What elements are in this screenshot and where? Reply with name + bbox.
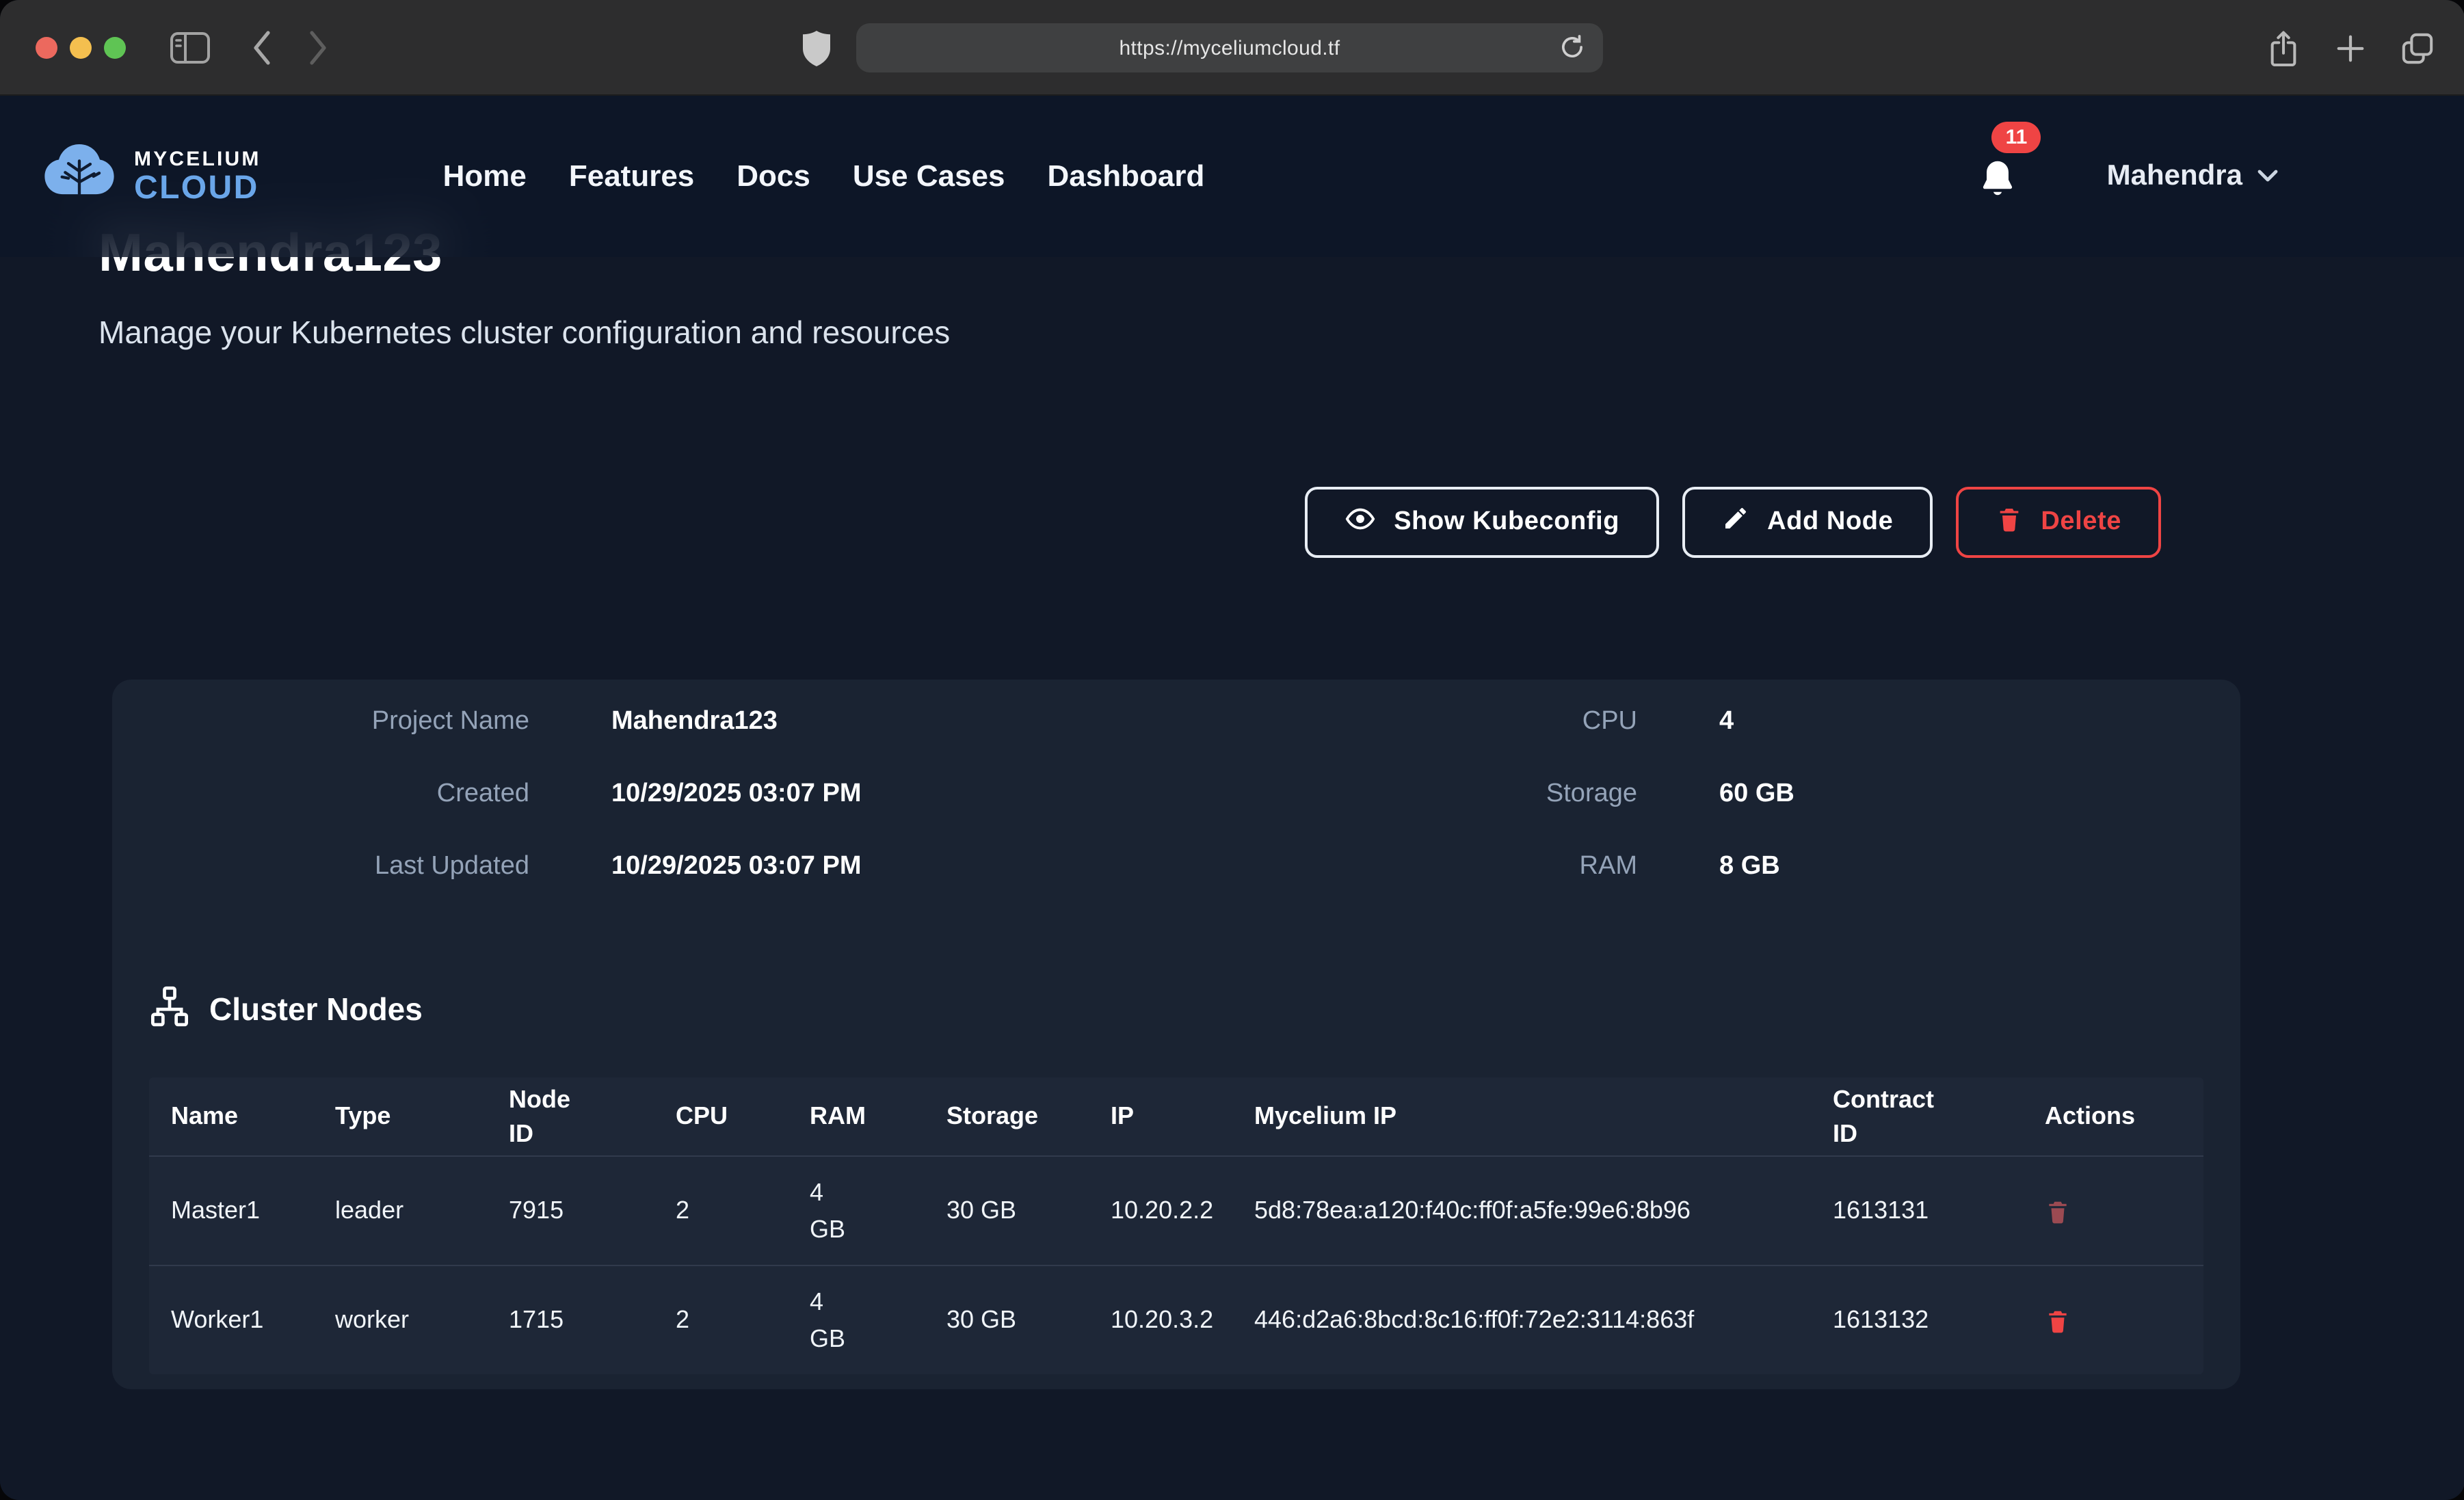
- nav-link-docs[interactable]: Docs: [737, 159, 810, 194]
- cluster-info: Project Name Mahendra123 Created 10/29/2…: [149, 707, 2203, 882]
- page-body: Mahendra123 Manage your Kubernetes clust…: [0, 96, 2464, 1499]
- nav-link-home[interactable]: Home: [443, 159, 527, 194]
- user-menu[interactable]: Mahendra: [2107, 160, 2278, 193]
- page-subtitle: Manage your Kubernetes cluster configura…: [98, 313, 2366, 351]
- forward-icon[interactable]: [308, 29, 328, 65]
- cell-type: worker: [335, 1302, 509, 1339]
- pencil-icon: [1722, 505, 1749, 540]
- col-header-ram: RAM: [810, 1100, 946, 1134]
- bell-icon: [1977, 187, 2019, 208]
- sidebar-toggle-icon[interactable]: [170, 31, 211, 64]
- cell-actions: [2045, 1307, 2203, 1334]
- new-tab-icon[interactable]: [2334, 32, 2366, 64]
- tab-overview-icon[interactable]: [2400, 31, 2434, 65]
- cell-name: Worker1: [171, 1302, 335, 1339]
- table-row: Worker1 worker 1715 2 4 GB 30 GB 10.20.3…: [149, 1265, 2203, 1374]
- cell-storage: 30 GB: [946, 1192, 1111, 1229]
- share-icon[interactable]: [2266, 28, 2300, 68]
- add-node-button[interactable]: Add Node: [1682, 487, 1933, 558]
- nav-links: Home Features Docs Use Cases Dashboard: [443, 159, 1205, 194]
- col-header-cpu: CPU: [676, 1100, 810, 1134]
- cell-actions: [2045, 1197, 2203, 1224]
- table-row: Master1 leader 7915 2 4 GB 30 GB 10.20.2…: [149, 1155, 2203, 1265]
- col-header-contract-id: Contract ID: [1833, 1083, 2045, 1149]
- site-navbar: MYCELIUM CLOUD Home Features Docs Use Ca…: [0, 96, 2464, 257]
- notification-badge: 11: [1992, 122, 2041, 153]
- privacy-shield-icon[interactable]: [802, 29, 832, 66]
- nodes-table: Name Type Node ID CPU RAM Storage IP Myc…: [149, 1077, 2203, 1374]
- info-row-ram: RAM 8 GB: [1176, 852, 2203, 882]
- chevron-down-icon: [2256, 166, 2278, 187]
- cell-node-id: 1715: [509, 1302, 676, 1339]
- cell-type: leader: [335, 1192, 509, 1229]
- address-bar[interactable]: https://myceliumcloud.tf: [856, 23, 1603, 72]
- cluster-actions: Show Kubeconfig Add Node Delete: [112, 487, 2240, 558]
- zoom-window-button[interactable]: [104, 36, 126, 58]
- cell-cpu: 2: [676, 1192, 810, 1229]
- cluster-nodes-heading: Cluster Nodes: [149, 989, 2203, 1030]
- browser-window: https://myceliumcloud.tf: [0, 0, 2464, 1500]
- info-row-storage: Storage 60 GB: [1176, 779, 2203, 809]
- info-row-last-updated: Last Updated 10/29/2025 03:07 PM: [149, 852, 1176, 882]
- col-header-name: Name: [171, 1100, 335, 1134]
- cell-contract-id: 1613132: [1833, 1302, 2045, 1339]
- nav-link-dashboard[interactable]: Dashboard: [1048, 159, 1205, 194]
- cell-storage: 30 GB: [946, 1302, 1111, 1339]
- info-row-project-name: Project Name Mahendra123: [149, 707, 1176, 737]
- eye-icon: [1344, 503, 1376, 542]
- cell-contract-id: 1613131: [1833, 1192, 2045, 1229]
- col-header-mycelium-ip: Mycelium IP: [1254, 1100, 1833, 1134]
- cluster-card: Project Name Mahendra123 Created 10/29/2…: [112, 680, 2240, 1389]
- col-header-ip: IP: [1111, 1100, 1254, 1134]
- info-row-created: Created 10/29/2025 03:07 PM: [149, 779, 1176, 809]
- nodes-table-header: Name Type Node ID CPU RAM Storage IP Myc…: [149, 1077, 2203, 1155]
- cluster-nodes-icon: [149, 985, 190, 1033]
- col-header-storage: Storage: [946, 1100, 1111, 1134]
- url-text: https://myceliumcloud.tf: [1119, 36, 1340, 59]
- browser-toolbar: https://myceliumcloud.tf: [0, 0, 2464, 96]
- window-controls: [36, 36, 126, 58]
- cell-name: Master1: [171, 1192, 335, 1229]
- cell-ram: 4 GB: [810, 1174, 946, 1248]
- col-header-actions: Actions: [2045, 1100, 2203, 1134]
- cell-ram: 4 GB: [810, 1283, 946, 1357]
- cell-mycelium-ip: 446:d2a6:8bcd:8c16:ff0f:72e2:3114:863f: [1254, 1302, 1833, 1339]
- info-row-cpu: CPU 4: [1176, 707, 2203, 737]
- col-header-node-id: Node ID: [509, 1083, 676, 1149]
- cell-mycelium-ip: 5d8:78ea:a120:f40c:ff0f:a5fe:99e6:8b96: [1254, 1192, 1833, 1229]
- cell-cpu: 2: [676, 1302, 810, 1339]
- cell-node-id: 7915: [509, 1192, 676, 1229]
- cell-ip: 10.20.2.2: [1111, 1192, 1254, 1229]
- delete-cluster-button[interactable]: Delete: [1956, 487, 2161, 558]
- show-kubeconfig-button[interactable]: Show Kubeconfig: [1305, 487, 1659, 558]
- notifications-button[interactable]: 11: [1977, 159, 2019, 208]
- brand-logo-text: MYCELIUM CLOUD: [134, 148, 261, 204]
- nav-link-use-cases[interactable]: Use Cases: [853, 159, 1005, 194]
- cloud-logo-icon: [38, 140, 120, 213]
- cluster-nodes-title: Cluster Nodes: [209, 991, 423, 1028]
- minimize-window-button[interactable]: [70, 36, 92, 58]
- back-icon[interactable]: [252, 29, 272, 65]
- trash-icon: [1996, 504, 2023, 541]
- close-window-button[interactable]: [36, 36, 57, 58]
- nav-link-features[interactable]: Features: [569, 159, 694, 194]
- delete-node-button[interactable]: [2045, 1307, 2071, 1334]
- col-header-type: Type: [335, 1100, 509, 1134]
- reload-icon[interactable]: [1558, 33, 1587, 66]
- cell-ip: 10.20.3.2: [1111, 1302, 1254, 1339]
- brand-logo[interactable]: MYCELIUM CLOUD: [38, 140, 261, 213]
- user-name: Mahendra: [2107, 160, 2242, 193]
- delete-node-button[interactable]: [2045, 1197, 2071, 1224]
